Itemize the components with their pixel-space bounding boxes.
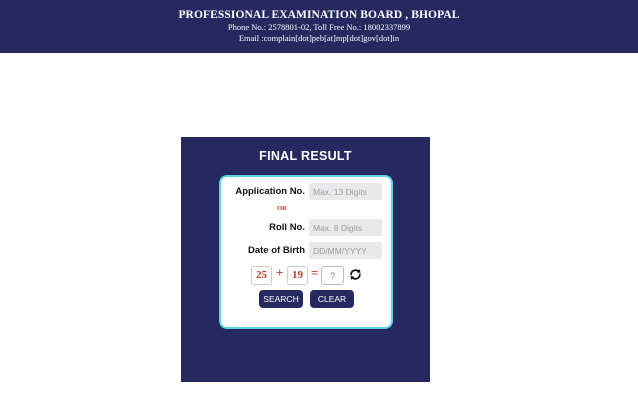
final-result-panel: FINAL RESULT Application No. OR Roll No.…	[181, 137, 430, 382]
captcha-answer-input[interactable]	[321, 266, 344, 285]
roll-no-label: Roll No.	[269, 222, 305, 233]
dob-label: Date of Birth	[248, 245, 305, 256]
site-header: PROFESSIONAL EXAMINATION BOARD , BHOPAL …	[0, 0, 638, 53]
refresh-icon[interactable]	[349, 268, 362, 281]
dob-input[interactable]	[309, 242, 382, 259]
contact-email: Email :complain[dot]peb[at]mp[dot]gov[do…	[238, 33, 400, 43]
or-separator: OR	[277, 205, 287, 212]
application-no-label: Application No.	[235, 186, 305, 197]
captcha-equals: =	[311, 265, 319, 280]
roll-no-input[interactable]	[309, 219, 382, 236]
captcha-plus: +	[276, 265, 284, 280]
clear-button[interactable]: CLEAR	[310, 290, 354, 308]
result-form: Application No. OR Roll No. Date of Birt…	[219, 175, 393, 329]
contact-phone: Phone No.: 2578801-02, Toll Free No.: 18…	[227, 22, 411, 32]
captcha-number-2: 19	[287, 266, 308, 285]
application-no-input[interactable]	[309, 183, 382, 200]
search-button[interactable]: SEARCH	[259, 290, 303, 308]
board-title: PROFESSIONAL EXAMINATION BOARD , BHOPAL	[178, 9, 460, 21]
panel-title: FINAL RESULT	[259, 149, 352, 163]
captcha-number-1: 25	[251, 266, 272, 285]
